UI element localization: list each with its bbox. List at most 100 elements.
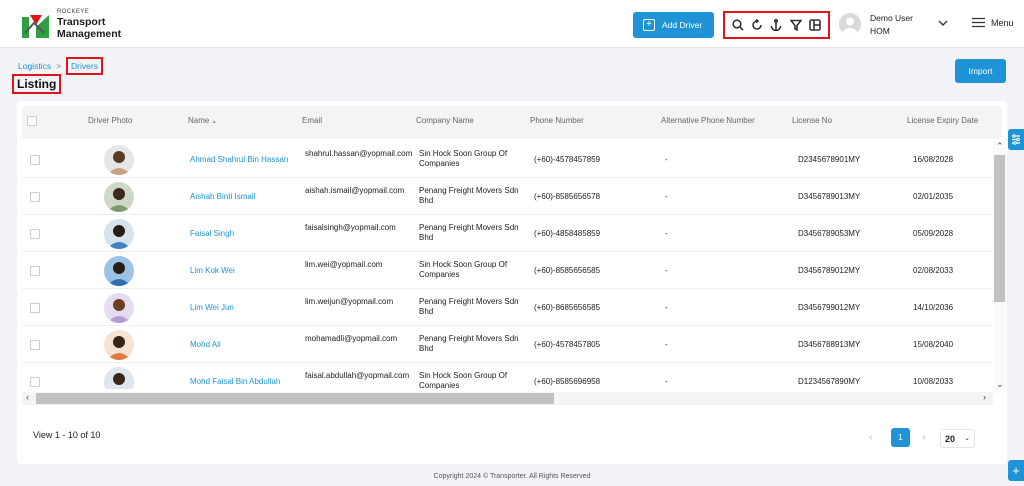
breadcrumb-separator: > [56,61,62,71]
brand-line-2: Management [57,28,122,40]
col-alt-phone: Alternative Phone Number [661,116,755,125]
row-checkbox[interactable] [30,377,40,387]
license-no: D3456789012MY [798,266,861,275]
scroll-left-icon[interactable]: ‹ [26,392,29,402]
table-header: Driver Photo Name ▲ Email Company Name P… [22,106,1002,139]
hamburger-icon [972,17,985,28]
license-no: D3456799012MY [798,303,861,312]
sort-icon[interactable]: ▲ [212,119,217,125]
driver-photo [104,256,134,286]
driver-name-link[interactable]: Mohd Faisal Bin Abdullah [190,377,280,386]
menu-button[interactable]: Menu [972,17,1014,28]
license-no: D2345678901MY [798,155,861,164]
table-row: Lim Kok Wei lim.wei@yopmail.com Sin Hock S… [22,252,992,289]
import-button[interactable]: Import [955,59,1006,83]
vertical-scrollbar[interactable]: ⌃ ⌄ [993,141,1006,393]
row-checkbox[interactable] [30,266,40,276]
breadcrumb-logistics[interactable]: Logistics [18,61,51,71]
prev-page-button[interactable]: ‹ [869,432,872,443]
user-avatar[interactable] [839,13,861,35]
horizontal-scroll-thumb[interactable] [36,393,554,404]
driver-name-link[interactable]: Lim Wei Jun [190,303,234,312]
refresh-icon[interactable] [751,19,763,31]
columns-icon[interactable] [809,19,822,31]
driver-email: faisalsingh@yopmail.com [305,223,396,232]
row-checkbox[interactable] [30,155,40,165]
vertical-scroll-thumb[interactable] [994,155,1005,302]
driver-email: lim.weijun@yopmail.com [305,297,394,306]
scroll-down-icon[interactable]: ⌄ [996,379,1004,390]
col-company: Company Name [416,116,474,125]
license-expiry: 02/08/2033 [913,266,954,275]
driver-photo [104,367,134,389]
driver-photo [104,182,134,212]
anchor-icon[interactable] [770,19,782,31]
drivers-table-card: Driver Photo Name ▲ Email Company Name P… [17,101,1007,464]
horizontal-scrollbar[interactable]: ‹ › [22,392,993,405]
scroll-right-icon[interactable]: › [983,392,986,402]
table-body: Ahmad Shahrul Bin Hassan shahrul.hassan@y… [22,141,992,389]
driver-email: aishah.ismail@yopmail.com [305,186,405,195]
alt-phone-number: - [665,340,668,349]
table-row: Mohd Faisal Bin Abdullah faisal.abdullah@… [22,363,992,389]
table-row: Lim Wei Jun lim.weijun@yopmail.com Penang … [22,289,992,326]
driver-photo [104,293,134,323]
driver-photo [104,219,134,249]
phone-number: (+60)-4858485859 [534,229,601,238]
driver-name-link[interactable]: Mohd Ali [190,340,221,349]
search-icon[interactable] [732,19,744,31]
breadcrumb-drivers[interactable]: Drivers [66,57,103,75]
row-checkbox[interactable] [30,229,40,239]
license-expiry: 16/08/2028 [913,155,954,164]
plus-icon: + [643,19,655,31]
company-name: Sin Hock Soon Group Of Companies [419,371,508,389]
driver-name-link[interactable]: Aishah Binti Ismail [190,192,255,201]
driver-name-link[interactable]: Lim Kok Wei [190,266,235,275]
sliders-icon [1012,134,1020,145]
row-checkbox[interactable] [30,340,40,350]
user-name: Demo User [870,13,913,23]
company-name: Penang Freight Movers Sdn Bhd [419,186,519,205]
phone-number: (+60)-8585656578 [534,192,601,201]
col-license-no: License No [792,116,833,125]
alt-phone-number: - [665,303,668,312]
phone-number: (+60)-8585656585 [534,266,601,275]
view-count: View 1 - 10 of 10 [33,430,101,440]
license-no: D1234567890MY [798,377,861,386]
driver-name-link[interactable]: Faisal Singh [190,229,234,238]
copyright: Copyright 2024 © Transporter. All Rights… [433,473,591,480]
col-email: Email [302,116,323,125]
filter-icon[interactable] [789,19,802,31]
add-driver-label: Add Driver [662,20,703,30]
company-name: Penang Freight Movers Sdn Bhd [419,334,519,353]
user-silhouette-icon [842,17,858,35]
company-name: Sin Hock Soon Group Of Companies [419,149,508,168]
next-page-button[interactable]: › [922,432,925,443]
add-driver-button[interactable]: + Add Driver [633,12,714,38]
driver-name-link[interactable]: Ahmad Shahrul Bin Hassan [190,155,288,164]
select-all-checkbox[interactable] [27,116,37,126]
breadcrumb: Logistics > Drivers [18,57,103,75]
table-row: Ahmad Shahrul Bin Hassan shahrul.hassan@y… [22,141,992,178]
col-license-expiry: License Expiry Date [907,116,979,125]
col-name[interactable]: Name ▲ [188,116,217,125]
chevron-down-icon: ⌄ [964,435,970,442]
toolbar-group [723,11,830,39]
side-add-button[interactable]: + [1008,460,1024,481]
col-driver-photo: Driver Photo [88,116,133,125]
page-1-button[interactable]: 1 [891,428,910,447]
driver-email: shahrul.hassan@yopmail.com [305,149,413,158]
brand-top: ROCKEYE [57,9,90,15]
brand-logo-icon [22,15,49,38]
scroll-up-icon[interactable]: ⌃ [996,141,1004,152]
chevron-down-icon[interactable] [937,18,949,28]
phone-number: (+60)-4578457805 [534,340,601,349]
driver-email: mohamadli@yopmail.com [305,334,398,343]
row-checkbox[interactable] [30,192,40,202]
page-size-select[interactable]: 20 ⌄ [940,429,975,448]
side-settings-tab[interactable] [1008,129,1024,150]
brand-line-1: Transport [57,16,106,28]
row-checkbox[interactable] [30,303,40,313]
page-size-value: 20 [945,434,956,444]
alt-phone-number: - [665,229,668,238]
